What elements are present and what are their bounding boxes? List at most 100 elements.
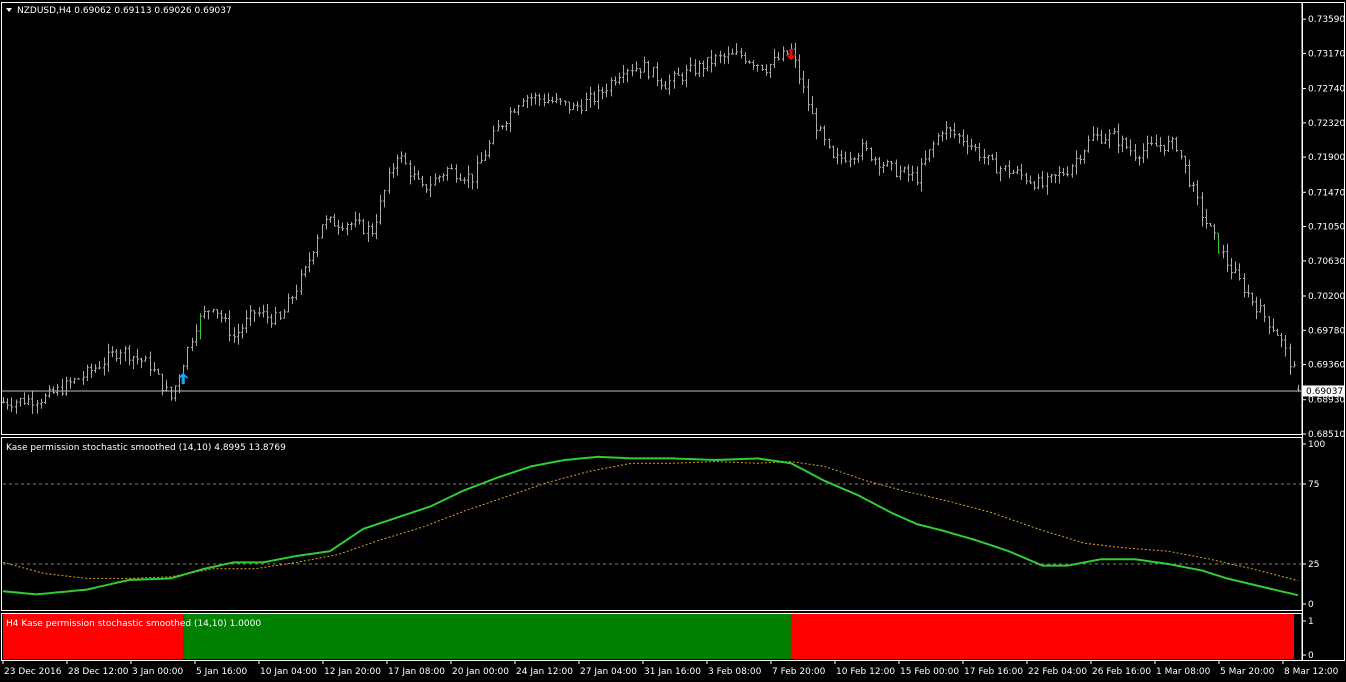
price-bar [1113,127,1116,135]
price-bar [501,125,504,130]
price-bar [702,60,705,77]
price-bar [15,399,18,414]
price-bar [798,54,801,85]
price-label: 0.71050 [1308,223,1345,233]
price-bar [555,92,558,104]
price-bar [245,310,248,334]
histogram-header: H4 Kase permission stochastic smoothed (… [6,619,261,629]
stochastic-panel[interactable]: 100 75 25 0 Kase permission stochastic smoo… [2,440,1325,610]
price-bar [1163,144,1166,156]
price-bar [861,138,864,161]
price-bar [1096,127,1099,141]
price-bar [1058,166,1061,184]
price-bar [522,98,525,107]
price-bar [56,383,59,396]
histogram-panel[interactable]: 1 0 H4 Kase permission stochastic smoothe… [3,614,1314,661]
hist-level-label: 1 [1308,617,1314,627]
stoch-level-lines: 100 75 25 0 [3,440,1325,610]
price-bar [337,219,340,236]
stoch-level-label: 100 [1308,440,1325,450]
price-bar [149,351,152,377]
price-bar [907,164,910,182]
price-bar [383,189,386,208]
price-bar [911,165,914,181]
current-price-label: 0.69037 [1303,385,1345,397]
price-bar [547,92,550,104]
price-bar [953,122,956,139]
price-bar [1146,135,1149,159]
price-bar [358,212,361,225]
time-label: 26 Feb 16:00 [1092,667,1151,677]
price-bar [98,361,101,370]
price-bar [1167,135,1170,153]
price-bar [564,100,567,106]
stoch-level-label: 0 [1308,600,1314,610]
price-bar [744,52,747,64]
price-bar [1020,163,1023,180]
stoch-panel-frame [1,437,1303,611]
price-bar [304,265,307,278]
price-bar [1175,136,1178,152]
price-bar [82,371,85,385]
time-label: 7 Feb 20:00 [772,667,826,677]
price-bar [404,152,407,165]
price-bar [417,170,420,180]
price-bar [974,143,977,152]
price-bar [639,68,642,79]
price-bar [773,48,776,69]
price-bar [886,159,889,167]
price-bar [6,398,9,410]
price-bar [392,163,395,179]
price-bar [970,138,973,150]
price-bar [442,173,445,182]
price-label: 0.68930 [1308,396,1345,406]
price-bar [467,165,470,189]
price-bar [1247,284,1250,298]
hist-level-label: 0 [1308,651,1314,661]
price-bar [77,378,80,380]
price-bar [1117,123,1120,154]
main-price-panel[interactable]: 0.73590 0.73170 0.72740 0.72320 0.71900 0.714… [2,6,1345,440]
price-bar [157,368,160,375]
price-bar [1196,180,1199,205]
price-bar [543,93,546,107]
price-bar [505,121,508,131]
price-bar [144,355,147,362]
time-label: 5 Jan 16:00 [196,667,248,677]
price-bar [782,46,785,62]
price-bar [752,60,755,70]
time-label: 12 Jan 20:00 [324,667,381,677]
price-bar [1066,166,1069,177]
price-bar [23,392,26,405]
price-bar [937,133,940,146]
price-bar [350,221,353,231]
price-label: 0.69360 [1308,361,1345,371]
main-header[interactable]: NZDUSD,H4 0.69062 0.69113 0.69026 0.6903… [6,6,232,16]
price-bar [40,398,43,409]
price-bar [1008,160,1011,179]
price-bar [534,92,537,105]
price-bar [316,234,319,257]
price-bar [61,378,64,396]
price-bar [735,43,738,56]
main-header-text: NZDUSD,H4 0.69062 0.69113 0.69026 0.6903… [17,6,232,16]
dropdown-triangle-icon[interactable] [6,8,12,12]
price-bar [1192,181,1195,193]
chart-canvas[interactable]: 0.73590 0.73170 0.72740 0.72320 0.71900 0.714… [0,0,1346,682]
price-bar [601,87,604,100]
price-bar [1092,126,1095,141]
price-label: 0.73590 [1308,15,1345,25]
price-bar [1205,209,1208,229]
price-bar [1159,137,1162,153]
price-bar [987,155,990,166]
price-bar [388,167,391,194]
price-bar [1025,172,1028,185]
price-bar [371,223,374,237]
price-bar [924,150,927,166]
price-bar [69,377,72,389]
price-bar [241,323,244,339]
price-bar [1230,258,1233,280]
price-bar [513,108,516,113]
price-bar [719,50,722,64]
price-bar [253,310,256,322]
